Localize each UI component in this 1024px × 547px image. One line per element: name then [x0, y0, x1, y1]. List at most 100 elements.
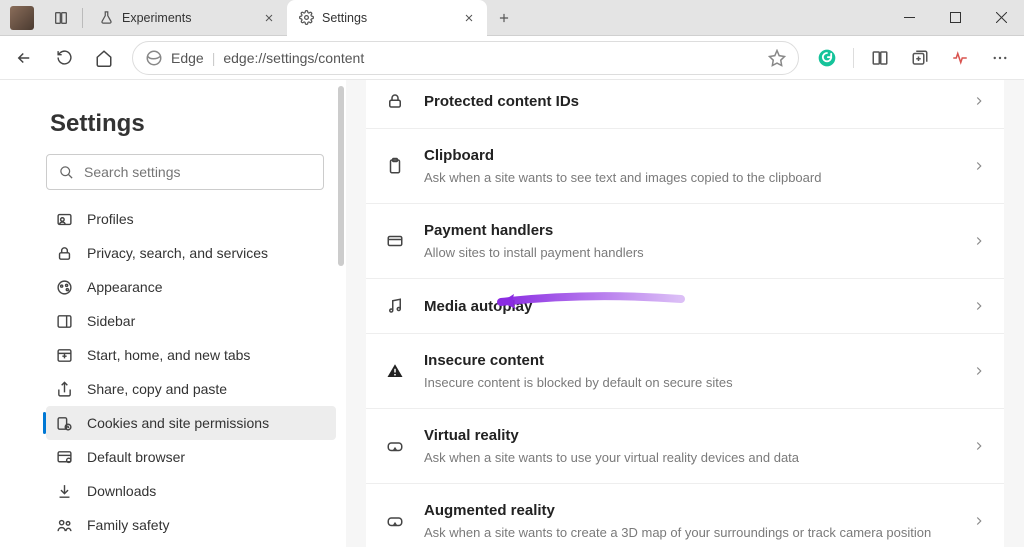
flask-icon: [99, 10, 114, 25]
clipboard-icon: [384, 157, 406, 175]
home-button[interactable]: [86, 40, 122, 76]
sidebar-item-label: Appearance: [87, 279, 163, 295]
row-desc: Ask when a site wants to see text and im…: [424, 170, 954, 185]
sidebar-item-profiles[interactable]: Profiles: [46, 202, 336, 236]
sidebar-item-appearance[interactable]: Appearance: [46, 270, 336, 304]
separator: |: [212, 50, 216, 66]
sidebar-item-family[interactable]: Family safety: [46, 508, 336, 542]
row-title: Media autoplay: [424, 298, 954, 315]
grammarly-icon[interactable]: [809, 40, 845, 76]
row-clipboard[interactable]: Clipboard Ask when a site wants to see te…: [366, 128, 1004, 203]
panel-icon: [56, 313, 73, 330]
row-title: Virtual reality: [424, 427, 954, 444]
row-desc: Allow sites to install payment handlers: [424, 245, 954, 260]
sidebar-item-sidebar[interactable]: Sidebar: [46, 304, 336, 338]
chevron-right-icon: [972, 364, 986, 378]
tab-label: Settings: [322, 11, 453, 25]
address-bar[interactable]: Edge | edge://settings/content: [132, 41, 799, 75]
chevron-right-icon: [972, 439, 986, 453]
row-title: Clipboard: [424, 147, 954, 164]
window-minimize-button[interactable]: [886, 0, 932, 36]
lock-icon: [56, 245, 73, 262]
sidebar-scrollbar[interactable]: [336, 80, 346, 547]
url-text: edge://settings/content: [223, 50, 364, 66]
card-icon: [384, 232, 406, 250]
separator: [853, 48, 854, 68]
collections-button[interactable]: [902, 40, 938, 76]
chevron-right-icon: [972, 514, 986, 528]
sidebar-item-share[interactable]: Share, copy and paste: [46, 372, 336, 406]
row-title: Augmented reality: [424, 502, 954, 519]
browser-icon: [56, 449, 73, 466]
lock-icon: [384, 92, 406, 110]
sidebar-item-cookies[interactable]: Cookies and site permissions: [46, 406, 336, 440]
sidebar-item-label: Cookies and site permissions: [87, 415, 269, 431]
browser-name: Edge: [171, 50, 204, 66]
tab-label: Experiments: [122, 11, 253, 25]
share-icon: [56, 381, 73, 398]
profile-avatar[interactable]: [10, 6, 34, 30]
vr-icon: [384, 437, 406, 455]
download-icon: [56, 483, 73, 500]
titlebar: Experiments Settings: [0, 0, 1024, 36]
newtab-icon: [56, 347, 73, 364]
refresh-button[interactable]: [46, 40, 82, 76]
sidebar-item-default-browser[interactable]: Default browser: [46, 440, 336, 474]
permissions-icon: [56, 415, 73, 432]
tab-experiments[interactable]: Experiments: [87, 0, 287, 36]
row-payment-handlers[interactable]: Payment handlers Allow sites to install p…: [366, 203, 1004, 278]
window-maximize-button[interactable]: [932, 0, 978, 36]
sidebar-item-label: Family safety: [87, 517, 169, 533]
row-protected-content[interactable]: Protected content IDs: [366, 80, 1004, 128]
row-desc: Ask when a site wants to create a 3D map…: [424, 525, 954, 540]
separator: [82, 8, 83, 28]
split-screen-button[interactable]: [862, 40, 898, 76]
ar-icon: [384, 512, 406, 530]
sidebar-item-privacy[interactable]: Privacy, search, and services: [46, 236, 336, 270]
sidebar-item-label: Share, copy and paste: [87, 381, 227, 397]
row-media-autoplay[interactable]: Media autoplay: [366, 278, 1004, 333]
sidebar-item-start[interactable]: Start, home, and new tabs: [46, 338, 336, 372]
edge-icon: [145, 49, 163, 67]
new-tab-button[interactable]: [487, 0, 521, 36]
settings-search[interactable]: [46, 154, 324, 190]
warning-icon: [384, 362, 406, 380]
chevron-right-icon: [972, 299, 986, 313]
more-menu-button[interactable]: [982, 40, 1018, 76]
sidebar-item-downloads[interactable]: Downloads: [46, 474, 336, 508]
row-augmented-reality[interactable]: Augmented reality Ask when a site wants t…: [366, 483, 1004, 547]
favorite-button[interactable]: [768, 49, 786, 67]
chevron-right-icon: [972, 159, 986, 173]
window-close-button[interactable]: [978, 0, 1024, 36]
sidebar-item-label: Profiles: [87, 211, 134, 227]
appearance-icon: [56, 279, 73, 296]
row-virtual-reality[interactable]: Virtual reality Ask when a site wants to …: [366, 408, 1004, 483]
wellness-button[interactable]: [942, 40, 978, 76]
settings-main: Protected content IDs Clipboard Ask when …: [346, 80, 1024, 547]
sidebar-item-label: Default browser: [87, 449, 185, 465]
settings-title: Settings: [50, 110, 336, 138]
chevron-right-icon: [972, 94, 986, 108]
row-title: Protected content IDs: [424, 93, 954, 110]
sidebar-item-label: Start, home, and new tabs: [87, 347, 250, 363]
sidebar-item-label: Privacy, search, and services: [87, 245, 268, 261]
settings-sidebar: Settings Profiles Privacy, search, and s…: [0, 80, 346, 547]
row-desc: Insecure content is blocked by default o…: [424, 375, 954, 390]
row-title: Payment handlers: [424, 222, 954, 239]
sidebar-item-label: Downloads: [87, 483, 156, 499]
tab-actions-button[interactable]: [44, 0, 78, 36]
back-button[interactable]: [6, 40, 42, 76]
gear-icon: [299, 10, 314, 25]
tab-settings[interactable]: Settings: [287, 0, 487, 36]
browser-toolbar: Edge | edge://settings/content: [0, 36, 1024, 80]
row-insecure-content[interactable]: Insecure contentInsecure content is bloc…: [366, 333, 1004, 408]
search-icon: [59, 165, 74, 180]
chevron-right-icon: [972, 234, 986, 248]
music-icon: [384, 297, 406, 315]
tab-close-button[interactable]: [261, 10, 277, 26]
tab-close-button[interactable]: [461, 10, 477, 26]
family-icon: [56, 517, 73, 534]
search-input[interactable]: [84, 164, 311, 180]
row-desc: Ask when a site wants to use your virtua…: [424, 450, 954, 465]
profile-icon: [56, 211, 73, 228]
